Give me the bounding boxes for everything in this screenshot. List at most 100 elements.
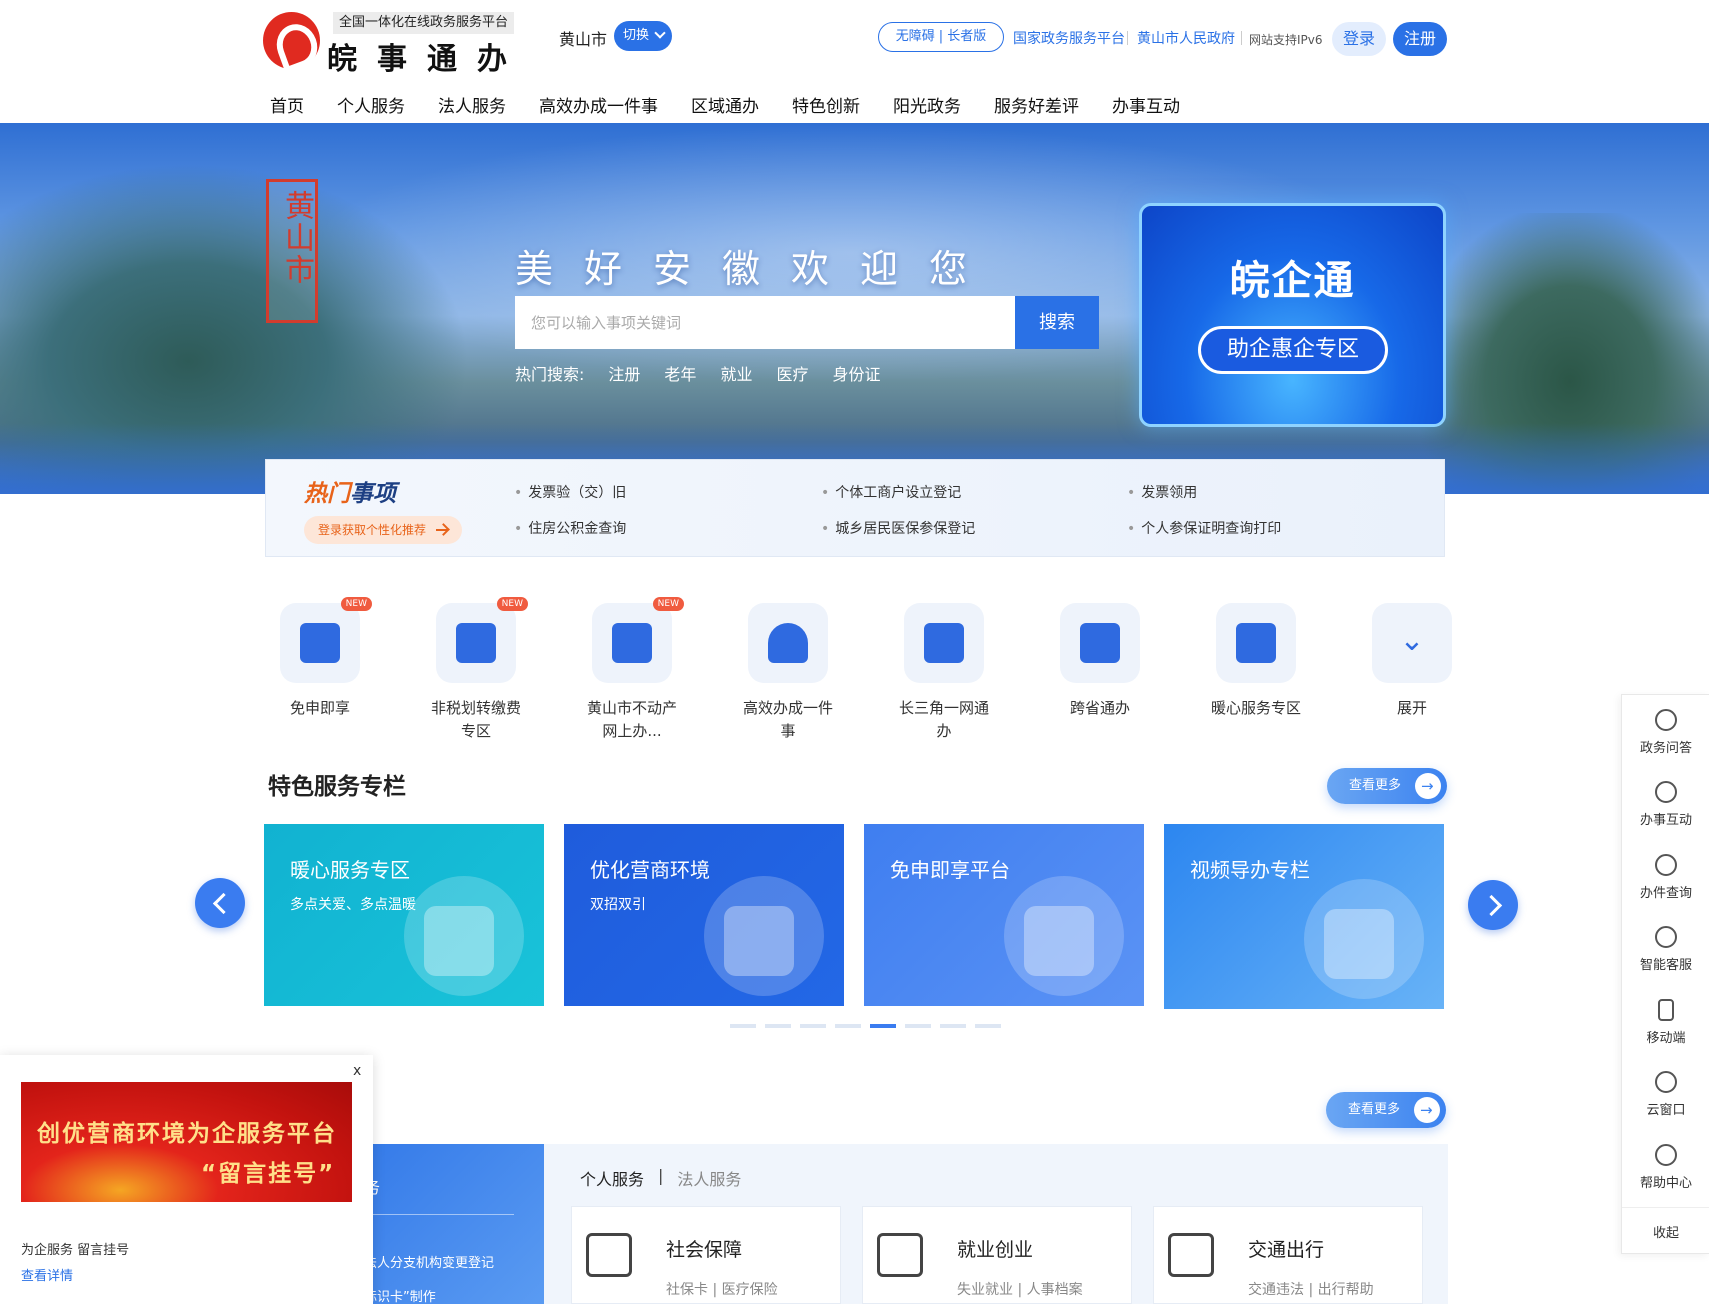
new-badge: NEW [496,597,528,611]
carousel-dot[interactable] [730,1024,756,1028]
city-switch-button[interactable]: 切换 [614,21,672,51]
feature-card[interactable]: 优化营商环境 双招双引 [564,824,844,1006]
carousel-dot[interactable] [975,1024,1001,1028]
carousel-next-button[interactable] [1468,880,1518,930]
search-input[interactable] [515,296,1015,349]
logo-subtitle: 全国一体化在线政务服务平台 [333,12,515,34]
service-card-social-security[interactable]: 社会保障 社保卡 | 医疗保险 [571,1206,841,1304]
service-more-button[interactable]: 查看更多 [1326,1092,1446,1128]
header: 全国一体化在线政务服务平台 皖事通办 黄山市 切换 无障碍 | 长者版 国家政务服务… [0,0,1709,123]
hot-item-link[interactable]: 城乡居民医保参保登记 [821,518,975,538]
nav-corporate[interactable]: 法人服务 [438,92,506,117]
carousel-dot[interactable] [905,1024,931,1028]
hot-keyword[interactable]: 医疗 [776,361,808,385]
help-icon [1655,1144,1677,1166]
nav-regional[interactable]: 区域通办 [691,92,759,117]
sidebar-item-qa[interactable]: 政务问答 [1622,709,1709,756]
search-button[interactable]: 搜索 [1015,296,1099,349]
ledger-icon [456,623,496,663]
carousel-dot[interactable] [765,1024,791,1028]
hot-keyword[interactable]: 老年 [664,361,696,385]
carousel-dot[interactable] [870,1024,896,1028]
city-gov-link[interactable]: 黄山市人民政府 [1137,28,1235,48]
feature-card[interactable]: 免申即享平台 [864,824,1144,1006]
logo-icon [263,12,320,69]
quick-item-label: 高效办成一件事 [743,699,834,740]
card-title: 暖心服务专区 [290,858,410,882]
carousel-dot[interactable] [800,1024,826,1028]
divider [1127,31,1128,45]
hot-item-link[interactable]: 住房公积金查询 [514,518,626,538]
hot-item-link[interactable]: 个体工商户设立登记 [821,482,961,502]
feature-card[interactable]: 暖心服务专区 多点关爱、多点温暖 [264,824,544,1006]
quick-item-mianshen[interactable]: NEW 免申即享 [260,597,380,720]
close-icon[interactable]: x [353,1063,361,1079]
service-card-employment[interactable]: 就业创业 失业就业 | 人事档案 [862,1206,1132,1304]
service-title: 交通出行 [1248,1239,1325,1261]
service-card-transport[interactable]: 交通出行 交通违法 | 出行帮助 [1153,1206,1423,1304]
feature-more-button[interactable]: 查看更多 [1327,768,1447,804]
car-icon [1168,1233,1214,1277]
quick-item-yijianshi[interactable]: 高效办成一件事 [728,603,848,743]
card-title: 免申即享平台 [890,858,1010,882]
panel-link[interactable]: 标识卡”制作 [364,1286,436,1304]
nav-interaction[interactable]: 办事互动 [1112,92,1180,117]
login-recommend-button[interactable]: 登录获取个性化推荐 [304,516,463,544]
hot-item-link[interactable]: 发票验（交）旧 [514,482,626,502]
new-badge: NEW [340,597,372,611]
hot-keyword[interactable]: 注册 [608,361,640,385]
service-title: 社会保障 [666,1239,743,1261]
wanqitong-promo[interactable]: 皖企通 助企惠企专区 [1139,203,1446,427]
nav-evaluation[interactable]: 服务好差评 [994,92,1079,117]
hot-item-link[interactable]: 个人参保证明查询打印 [1127,518,1281,538]
tab-personal[interactable]: 个人服务 [580,1166,644,1190]
nav-home[interactable]: 首页 [270,92,304,117]
popup-banner-image[interactable]: 创优营商环境为企服务平台 “留言挂号” [21,1082,352,1202]
carousel-dot[interactable] [835,1024,861,1028]
sidebar-item-mobile[interactable]: 移动端 [1622,999,1709,1046]
nav-sunshine[interactable]: 阳光政务 [893,92,961,117]
arrow-right-icon [436,529,449,531]
hot-items-panel: 热门事项 登录获取个性化推荐 发票验（交）旧 个体工商户设立登记 发票领用 住房… [265,459,1445,557]
national-platform-link[interactable]: 国家政务服务平台 [1013,28,1125,48]
quick-item-feishui[interactable]: NEW 非税划转缴费专区 [416,597,536,743]
carousel-dots [730,1024,1010,1028]
site-logo[interactable]: 全国一体化在线政务服务平台 皖事通办 [263,10,533,77]
hot-keyword[interactable]: 身份证 [832,361,880,385]
hot-keyword[interactable]: 就业 [720,361,752,385]
quick-item-expand[interactable]: ⌄ 展开 [1352,603,1472,720]
popup-detail-link[interactable]: 查看详情 [21,1265,73,1284]
sidebar-item-service[interactable]: 智能客服 [1622,926,1709,973]
carousel-dot[interactable] [940,1024,966,1028]
quick-item-budongchan[interactable]: NEW 黄山市不动产网上办... [572,597,692,743]
register-button[interactable]: 注册 [1393,22,1447,56]
nav-innovation[interactable]: 特色创新 [792,92,860,117]
login-button[interactable]: 登录 [1332,22,1386,56]
sidebar-item-query[interactable]: 办件查询 [1622,854,1709,901]
briefcase-icon [877,1233,923,1277]
service-panel: 个人服务 | 法人服务 社会保障 社保卡 | 医疗保险 就业创业 失业就业 | … [544,1144,1448,1304]
accessibility-link[interactable]: 无障碍 [896,29,935,44]
quick-item-nuanxin[interactable]: 暖心服务专区 [1196,603,1316,720]
chevron-down-icon [654,27,666,39]
panel-link[interactable]: 法人分支机构变更登记 [364,1252,494,1271]
card-title: 优化营商环境 [590,858,710,882]
hot-item-link[interactable]: 发票领用 [1127,482,1197,502]
promo-button[interactable]: 助企惠企专区 [1198,326,1388,374]
service-tabs: 个人服务 | 法人服务 [580,1166,742,1190]
tab-corporate[interactable]: 法人服务 [677,1166,741,1190]
quick-item-kuasheng[interactable]: 跨省通办 [1040,603,1160,720]
sidebar-item-help[interactable]: 帮助中心 [1622,1144,1709,1191]
elder-version-link[interactable]: 长者版 [947,29,986,44]
sidebar-item-interaction[interactable]: 办事互动 [1622,781,1709,828]
nav-one-thing[interactable]: 高效办成一件事 [539,92,658,117]
sidebar-collapse-button[interactable]: 收起 [1622,1207,1709,1241]
house-document-icon [612,623,652,663]
nav-personal[interactable]: 个人服务 [337,92,405,117]
service-subtitle: 失业就业 | 人事档案 [957,1282,1083,1298]
feature-card[interactable]: 视频导办专栏 [1164,824,1444,1009]
sidebar-item-cloud-window[interactable]: 云窗口 [1622,1071,1709,1118]
carousel-prev-button[interactable] [195,878,245,928]
quick-item-changsanjiao[interactable]: 长三角一网通办 [884,603,1004,743]
stamp-icon [768,623,808,663]
